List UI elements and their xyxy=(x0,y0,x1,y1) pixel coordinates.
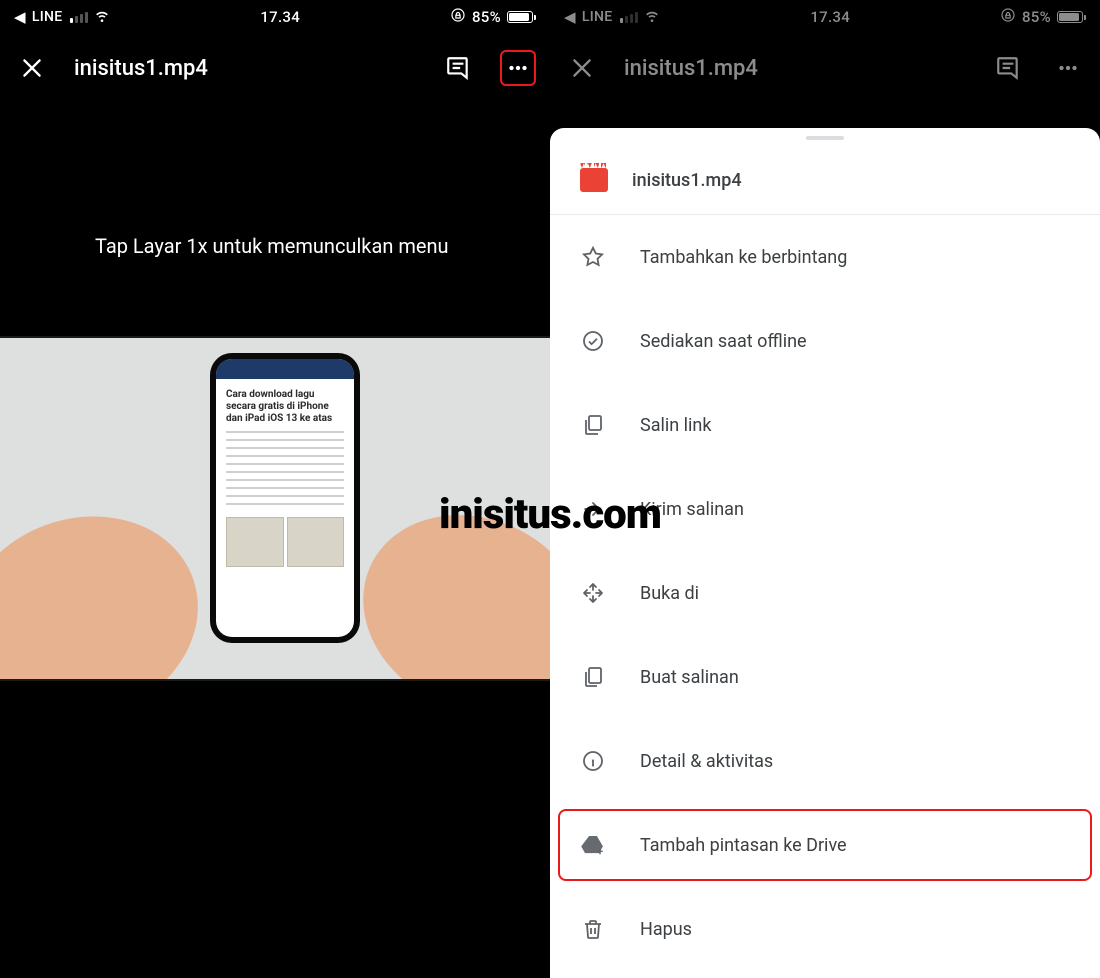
more-options-button[interactable] xyxy=(1050,50,1086,86)
menu-item-label: Tambahkan ke berbintang xyxy=(640,247,847,268)
back-app-name[interactable]: LINE xyxy=(582,9,613,25)
hint-text: Tap Layar 1x untuk memunculkan menu xyxy=(0,232,550,260)
comments-button[interactable] xyxy=(440,50,476,86)
menu-item-starred[interactable]: Tambahkan ke berbintang xyxy=(550,215,1100,299)
battery-percent: 85% xyxy=(472,8,501,26)
star-icon xyxy=(580,244,606,270)
phone-article-title: Cara download lagu secara gratis di iPho… xyxy=(226,389,344,425)
panel-left: ◀ LINE 17.34 85% inisitus1.mp4 Tap Layar… xyxy=(0,0,550,978)
close-button[interactable] xyxy=(564,50,600,86)
battery-icon xyxy=(507,11,536,23)
menu-item-add-drive-shortcut[interactable]: + Tambah pintasan ke Drive xyxy=(550,803,1100,887)
sheet-menu: Tambahkan ke berbintang Sediakan saat of… xyxy=(550,215,1100,978)
svg-text:+: + xyxy=(597,845,603,857)
send-icon xyxy=(580,496,606,522)
menu-item-label: Detail & aktivitas xyxy=(640,751,773,772)
back-caret-icon[interactable]: ◀ xyxy=(14,8,26,26)
menu-item-label: Sediakan saat offline xyxy=(640,331,807,352)
sheet-filename: inisitus1.mp4 xyxy=(632,170,742,191)
orientation-lock-icon xyxy=(450,7,466,27)
status-bar: ◀ LINE 17.34 85% xyxy=(550,0,1100,34)
menu-item-details[interactable]: Detail & aktivitas xyxy=(550,719,1100,803)
copy-link-icon xyxy=(580,412,606,438)
menu-item-label: Salin link xyxy=(640,415,711,436)
copy-file-icon xyxy=(580,664,606,690)
menu-item-offline[interactable]: Sediakan saat offline xyxy=(550,299,1100,383)
open-in-icon xyxy=(580,580,606,606)
menu-item-send-copy[interactable]: Kirim salinan xyxy=(550,467,1100,551)
menu-item-label: Hapus xyxy=(640,919,692,940)
cellular-icon xyxy=(620,11,638,23)
battery-percent: 85% xyxy=(1022,8,1051,26)
menu-item-label: Kirim salinan xyxy=(640,499,744,520)
close-button[interactable] xyxy=(14,50,50,86)
video-preview[interactable]: Cara download lagu secara gratis di iPho… xyxy=(0,336,550,681)
menu-item-label: Buka di xyxy=(640,583,699,604)
offline-icon xyxy=(580,328,606,354)
file-title: inisitus1.mp4 xyxy=(74,56,416,81)
battery-icon xyxy=(1057,11,1086,23)
menu-item-delete[interactable]: Hapus xyxy=(550,887,1100,971)
menu-item-open-in[interactable]: Buka di xyxy=(550,551,1100,635)
cellular-icon xyxy=(70,11,88,23)
video-file-icon xyxy=(580,168,608,192)
menu-item-label: Buat salinan xyxy=(640,667,739,688)
more-options-button[interactable] xyxy=(500,50,536,86)
back-caret-icon[interactable]: ◀ xyxy=(564,8,576,26)
menu-item-copy-link[interactable]: Salin link xyxy=(550,383,1100,467)
orientation-lock-icon xyxy=(1000,7,1016,27)
comments-button[interactable] xyxy=(990,50,1026,86)
phone-illustration: Cara download lagu secara gratis di iPho… xyxy=(210,353,360,643)
status-time: 17.34 xyxy=(810,8,850,26)
back-app-name[interactable]: LINE xyxy=(32,9,63,25)
sheet-handle[interactable] xyxy=(806,136,844,140)
file-title: inisitus1.mp4 xyxy=(624,56,966,81)
action-sheet: inisitus1.mp4 Tambahkan ke berbintang Se… xyxy=(550,128,1100,978)
panel-right: ◀ LINE 17.34 85% inisitus1.mp4 inisitus1… xyxy=(550,0,1100,978)
menu-item-label: Tambah pintasan ke Drive xyxy=(640,835,847,856)
app-header: inisitus1.mp4 xyxy=(0,34,550,102)
wifi-icon xyxy=(94,7,110,27)
trash-icon xyxy=(580,916,606,942)
sheet-file-row: inisitus1.mp4 xyxy=(550,146,1100,215)
drive-plus-icon: + xyxy=(580,832,606,858)
status-bar: ◀ LINE 17.34 85% xyxy=(0,0,550,34)
menu-item-make-copy[interactable]: Buat salinan xyxy=(550,635,1100,719)
info-icon xyxy=(580,748,606,774)
wifi-icon xyxy=(644,7,660,27)
app-header-dimmed: inisitus1.mp4 xyxy=(550,34,1100,102)
status-time: 17.34 xyxy=(260,8,300,26)
